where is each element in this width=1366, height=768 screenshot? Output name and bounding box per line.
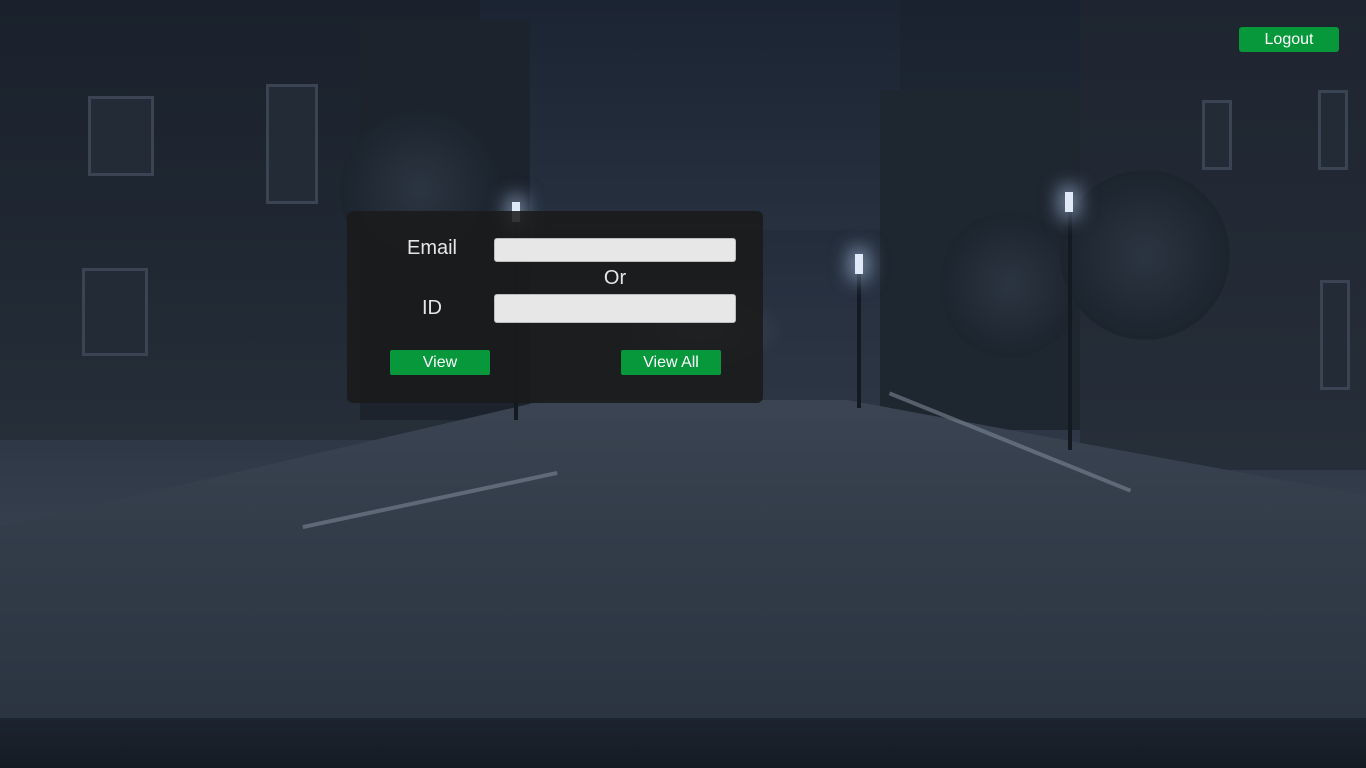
background-window <box>1202 100 1232 170</box>
id-input[interactable] <box>494 294 736 323</box>
background-window <box>1318 90 1348 170</box>
background-street-lamp <box>855 254 863 274</box>
background-lamp-pole <box>1068 200 1072 450</box>
lookup-form-panel: Email Or ID View View All <box>347 211 763 403</box>
background-window <box>266 84 318 204</box>
email-input[interactable] <box>494 238 736 262</box>
background-tree <box>940 210 1080 360</box>
email-label: Email <box>406 237 457 259</box>
logout-button[interactable]: Logout <box>1239 27 1339 52</box>
background-bottom-strip <box>0 718 1366 768</box>
background-street-lamp <box>1065 192 1073 212</box>
background-tree <box>1060 170 1230 340</box>
background-window <box>82 268 148 356</box>
background-sky <box>480 0 900 230</box>
or-separator-text: Or <box>603 267 627 289</box>
view-button[interactable]: View <box>390 350 490 375</box>
view-all-button[interactable]: View All <box>621 350 721 375</box>
id-label: ID <box>422 297 442 319</box>
background-window <box>88 96 154 176</box>
background-lamp-pole <box>857 262 861 408</box>
background-window <box>1320 280 1350 390</box>
